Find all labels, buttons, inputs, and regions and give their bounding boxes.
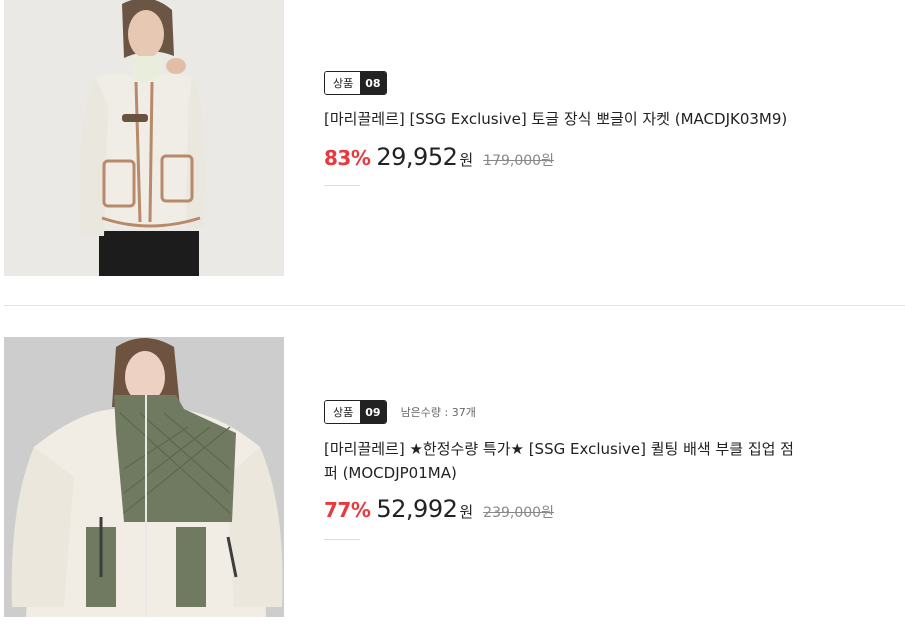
original-price: 239,000원 — [483, 505, 554, 521]
product-title-08[interactable]: [마리끌레르] [SSG Exclusive] 토글 장식 뽀글이 자켓 (MA… — [324, 107, 794, 131]
original-price: 179,000원 — [483, 153, 554, 169]
product-photo-08 — [4, 0, 284, 276]
product-title-09[interactable]: [마리끌레르] ★한정수량 특가★ [SSG Exclusive] 퀼팅 배색 … — [324, 437, 794, 485]
badge-number: 09 — [360, 401, 386, 423]
sale-price: 52,992 — [376, 495, 458, 523]
product-image-08[interactable] — [4, 0, 284, 276]
remaining-stock: 남은수량 : 37개 — [400, 406, 476, 419]
badge-row-09: 상품 09 남은수량 : 37개 — [324, 400, 476, 424]
product-image-09[interactable] — [4, 337, 284, 617]
sale-price: 29,952 — [376, 143, 458, 171]
discount-rate: 83% — [324, 146, 371, 170]
discount-rate: 77% — [324, 498, 371, 522]
currency-unit: 원 — [459, 151, 474, 169]
info-separator — [324, 539, 360, 540]
badge-number: 08 — [360, 72, 386, 94]
currency-unit: 원 — [459, 503, 474, 521]
product-divider — [4, 305, 905, 306]
badge-label: 상품 — [325, 72, 361, 94]
product-photo-09 — [4, 337, 284, 617]
badge-label: 상품 — [325, 401, 361, 423]
badge-row-08: 상품 08 — [324, 71, 387, 95]
price-row-09: 77% 52,992 원 239,000원 — [324, 495, 554, 523]
product-badge: 상품 09 — [324, 400, 387, 424]
price-row-08: 83% 29,952 원 179,000원 — [324, 143, 554, 171]
product-badge: 상품 08 — [324, 71, 387, 95]
info-separator — [324, 185, 360, 186]
